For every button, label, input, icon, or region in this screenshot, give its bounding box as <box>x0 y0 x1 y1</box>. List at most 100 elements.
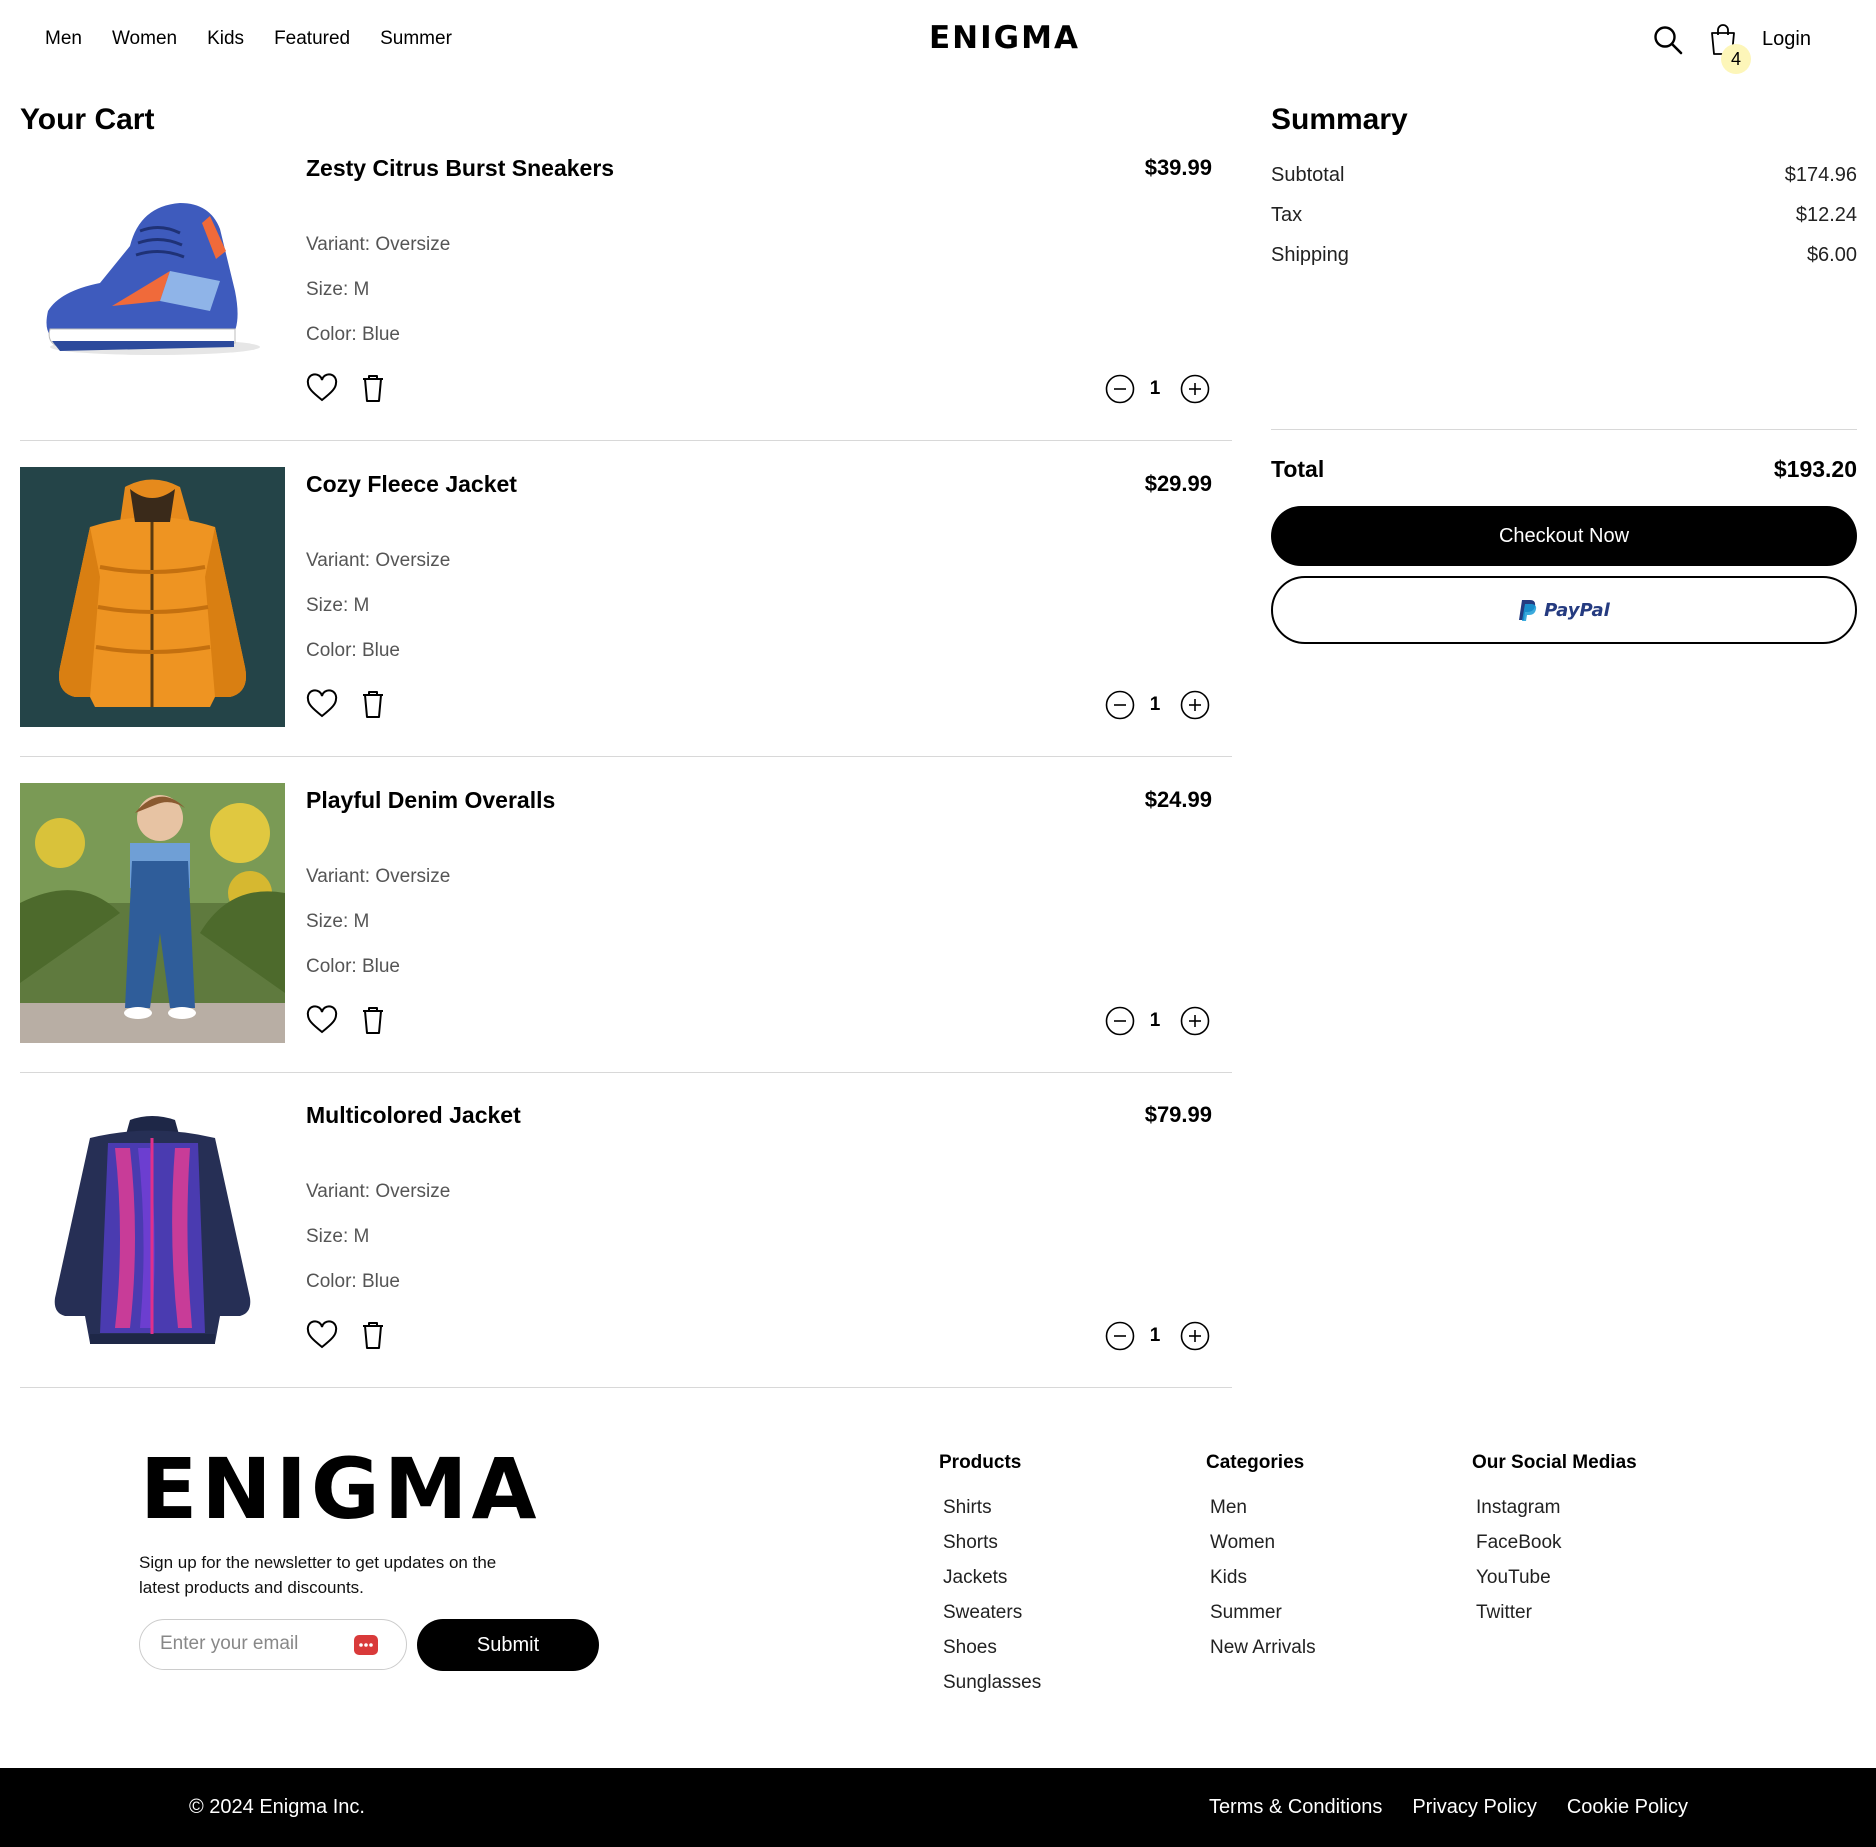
footer-link-facebook[interactable]: FaceBook <box>1476 1525 1637 1560</box>
quantity-value: 1 <box>1149 1010 1161 1031</box>
decrease-quantity-button[interactable] <box>1105 1006 1135 1036</box>
increase-quantity-button[interactable] <box>1180 1321 1210 1351</box>
product-image-sneakers[interactable] <box>20 151 285 411</box>
login-link[interactable]: Login <box>1762 28 1811 51</box>
trash-icon[interactable] <box>357 689 389 721</box>
privacy-policy-link[interactable]: Privacy Policy <box>1412 1796 1536 1819</box>
summary-title: Summary <box>1271 103 1408 136</box>
product-name[interactable]: Zesty Citrus Burst Sneakers <box>306 155 614 182</box>
nav-men[interactable]: Men <box>45 28 82 50</box>
paypal-icon <box>1519 600 1537 621</box>
search-icon[interactable] <box>1653 25 1683 55</box>
product-price: $39.99 <box>1144 155 1212 180</box>
footer-link-men[interactable]: Men <box>1210 1490 1316 1525</box>
product-variant: Variant: Oversize <box>306 550 451 571</box>
newsletter-submit-button[interactable]: Submit <box>417 1619 599 1671</box>
footer-link-shoes[interactable]: Shoes <box>943 1630 1041 1665</box>
checkout-button[interactable]: Checkout Now <box>1271 506 1857 566</box>
newsletter-text: Sign up for the newsletter to get update… <box>139 1553 497 1597</box>
quantity-value: 1 <box>1149 694 1161 715</box>
product-variant: Variant: Oversize <box>306 1181 451 1202</box>
product-price: $29.99 <box>1144 471 1212 496</box>
decrease-quantity-button[interactable] <box>1105 374 1135 404</box>
quantity-value: 1 <box>1149 1325 1161 1346</box>
tax-value: $12.24 <box>1795 204 1857 226</box>
trash-icon[interactable] <box>357 1320 389 1352</box>
legal-links: Terms & Conditions Privacy Policy Cookie… <box>1209 1796 1688 1819</box>
footer-link-sweaters[interactable]: Sweaters <box>943 1595 1041 1630</box>
nav-summer[interactable]: Summer <box>380 28 452 50</box>
increase-quantity-button[interactable] <box>1180 1006 1210 1036</box>
heart-icon[interactable] <box>306 373 338 405</box>
footer-link-sunglasses[interactable]: Sunglasses <box>943 1665 1041 1700</box>
product-color: Color: Blue <box>306 1271 400 1292</box>
heart-icon[interactable] <box>306 1005 338 1037</box>
summary-divider <box>1271 429 1857 430</box>
footer-link-summer[interactable]: Summer <box>1210 1595 1316 1630</box>
product-image-fleece-jacket[interactable] <box>20 467 285 727</box>
footer-column-title: Our Social Medias <box>1472 1452 1637 1473</box>
cookie-policy-link[interactable]: Cookie Policy <box>1567 1796 1688 1819</box>
footer-link-instagram[interactable]: Instagram <box>1476 1490 1637 1525</box>
tax-row: Tax $12.24 <box>1271 204 1857 227</box>
footer-link-shorts[interactable]: Shorts <box>943 1525 1041 1560</box>
heart-icon[interactable] <box>306 1320 338 1352</box>
main-nav: Men Women Kids Featured Summer <box>45 28 452 50</box>
product-image-denim-overalls[interactable] <box>20 783 285 1043</box>
copyright-text: © 2024 Enigma Inc. <box>189 1796 365 1818</box>
increase-quantity-button[interactable] <box>1180 374 1210 404</box>
product-name[interactable]: Playful Denim Overalls <box>306 787 555 814</box>
product-size: Size: M <box>306 595 370 616</box>
subtotal-row: Subtotal $174.96 <box>1271 164 1857 187</box>
product-name[interactable]: Cozy Fleece Jacket <box>306 471 517 498</box>
heart-icon[interactable] <box>306 689 338 721</box>
product-image-multicolored-jacket[interactable] <box>20 1098 285 1358</box>
footer-link-twitter[interactable]: Twitter <box>1476 1595 1637 1630</box>
footer-column-title: Products <box>939 1452 1022 1473</box>
cart-item: Multicolored Jacket $79.99 Variant: Over… <box>20 1098 1232 1388</box>
site-header: Men Women Kids Featured Summer ENIGMA 4 … <box>0 0 1876 84</box>
password-manager-icon[interactable] <box>353 1632 379 1658</box>
product-price: $79.99 <box>1144 1102 1212 1127</box>
product-price: $24.99 <box>1144 787 1212 812</box>
trash-icon[interactable] <box>357 1005 389 1037</box>
footer-link-shirts[interactable]: Shirts <box>943 1490 1041 1525</box>
product-color: Color: Blue <box>306 956 400 977</box>
footer-social-column: Our Social Medias Instagram FaceBook You… <box>1472 1452 1637 1630</box>
product-variant: Variant: Oversize <box>306 866 451 887</box>
footer-link-women[interactable]: Women <box>1210 1525 1316 1560</box>
email-input[interactable] <box>160 1633 340 1655</box>
newsletter-email-field[interactable] <box>139 1619 407 1670</box>
cart-count-badge: 4 <box>1721 44 1751 74</box>
footer-link-youtube[interactable]: YouTube <box>1476 1560 1637 1595</box>
total-value: $193.20 <box>1773 456 1857 482</box>
terms-link[interactable]: Terms & Conditions <box>1209 1796 1382 1819</box>
cart-item: Cozy Fleece Jacket $29.99 Variant: Overs… <box>20 467 1232 757</box>
footer-link-jackets[interactable]: Jackets <box>943 1560 1041 1595</box>
subtotal-label: Subtotal <box>1271 164 1345 186</box>
product-size: Size: M <box>306 279 370 300</box>
shipping-row: Shipping $6.00 <box>1271 244 1857 267</box>
total-label: Total <box>1271 456 1325 482</box>
decrease-quantity-button[interactable] <box>1105 1321 1135 1351</box>
tax-label: Tax <box>1271 204 1303 226</box>
product-name[interactable]: Multicolored Jacket <box>306 1102 521 1129</box>
paypal-label: PayPal <box>1544 599 1610 621</box>
cart-title: Your Cart <box>20 103 155 136</box>
nav-featured[interactable]: Featured <box>274 28 350 50</box>
trash-icon[interactable] <box>357 373 389 405</box>
footer-bottom-bar: © 2024 Enigma Inc. Terms & Conditions Pr… <box>0 1768 1876 1847</box>
paypal-button[interactable]: PayPal <box>1271 576 1857 644</box>
footer-link-new-arrivals[interactable]: New Arrivals <box>1210 1630 1316 1665</box>
subtotal-value: $174.96 <box>1784 164 1857 186</box>
shipping-value: $6.00 <box>1806 244 1857 266</box>
nav-kids[interactable]: Kids <box>207 28 244 50</box>
total-row: Total $193.20 <box>1271 456 1857 483</box>
footer-products-column: Products Shirts Shorts Jackets Sweaters … <box>939 1452 1041 1700</box>
increase-quantity-button[interactable] <box>1180 690 1210 720</box>
nav-women[interactable]: Women <box>112 28 177 50</box>
brand-logo[interactable]: ENIGMA <box>929 20 1080 56</box>
decrease-quantity-button[interactable] <box>1105 690 1135 720</box>
product-color: Color: Blue <box>306 324 400 345</box>
footer-link-kids[interactable]: Kids <box>1210 1560 1316 1595</box>
